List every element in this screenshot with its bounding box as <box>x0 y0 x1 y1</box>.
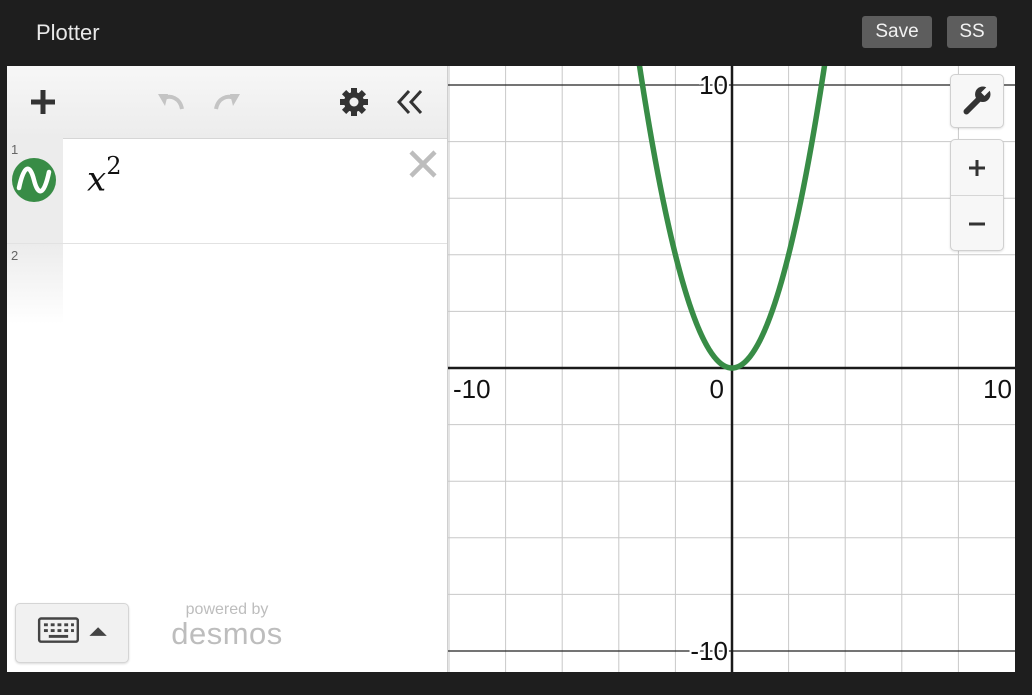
graph-settings-button[interactable] <box>950 74 1004 128</box>
expression-base: x <box>87 159 107 200</box>
expression-gutter: 1 <box>7 138 63 243</box>
close-icon[interactable] <box>405 146 441 182</box>
minus-icon <box>969 222 985 226</box>
powered-by-desmos[interactable]: powered by desmos <box>167 601 287 652</box>
expression-row[interactable]: 1 x2 <box>7 138 447 244</box>
x-tick-label: -10 <box>453 374 491 404</box>
zoom-controls <box>950 139 1004 251</box>
keyboard-icon <box>37 617 107 643</box>
y-tick-label: -10 <box>690 636 728 666</box>
save-button[interactable]: Save <box>862 16 932 48</box>
double-chevron-left-icon[interactable] <box>393 84 429 120</box>
keyboard-toggle-button[interactable] <box>15 603 129 663</box>
expression-toolbar <box>7 66 447 139</box>
zoom-in-button[interactable] <box>951 140 1003 195</box>
title-bar: Plotter Save SS <box>0 0 1032 66</box>
y-tick-label: 10 <box>699 70 728 100</box>
gear-icon[interactable] <box>336 84 372 120</box>
expression-exponent: 2 <box>106 152 122 180</box>
calculator: 1 x2 2 powered by desmos -10 0 10 10 -10 <box>7 66 1015 672</box>
plus-icon <box>969 160 985 176</box>
redo-icon[interactable] <box>210 84 246 120</box>
expression-panel: 1 x2 2 powered by desmos <box>7 66 448 672</box>
curve-color-icon[interactable] <box>12 158 56 202</box>
graph-canvas[interactable]: -10 0 10 10 -10 <box>448 66 1015 672</box>
desmos-logo-text: desmos <box>171 616 283 651</box>
expression-row[interactable]: 2 <box>7 244 447 324</box>
zoom-out-button[interactable] <box>951 196 1003 251</box>
x-tick-label: 10 <box>983 374 1012 404</box>
screenshot-button[interactable]: SS <box>947 16 997 48</box>
expression-input[interactable]: x2 <box>87 152 121 200</box>
expression-index: 1 <box>11 142 19 157</box>
undo-icon[interactable] <box>152 84 188 120</box>
graph-paper[interactable]: -10 0 10 10 -10 <box>448 66 1015 672</box>
expression-index: 2 <box>11 248 19 263</box>
app-title: Plotter <box>36 20 100 45</box>
expression-gutter: 2 <box>7 244 63 324</box>
plus-icon[interactable] <box>25 84 61 120</box>
x-tick-label: 0 <box>710 374 724 404</box>
wrench-icon <box>963 83 994 115</box>
